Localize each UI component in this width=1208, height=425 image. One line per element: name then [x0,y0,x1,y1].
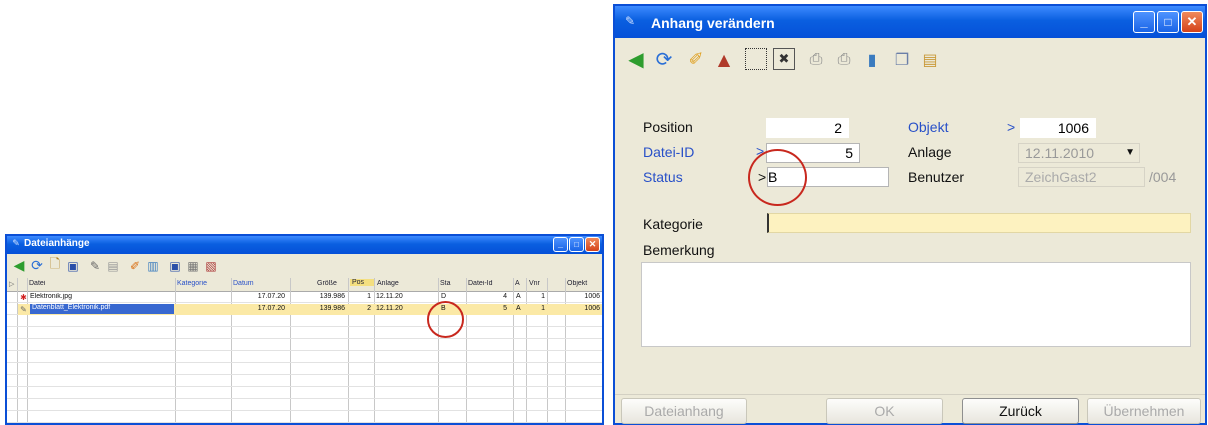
cell-datei-id: 4 [503,293,507,300]
cell-vnr: 1 [541,305,545,312]
cell-status: D [441,293,447,300]
status-highlight-circle [427,301,464,338]
attachments-window-title: Dateianhänge [24,238,90,249]
cell-datum: 17.07.20 [257,293,285,300]
cell-datei-id: 5 [503,305,507,312]
attachments-toolbar: ◀ ⟳ 🗋 ▣ ✎ ▤ ✐ ▥ ▣ ▦ ▧ [7,254,602,278]
maximize-button[interactable]: □ [1157,11,1179,33]
button-bar [615,394,1205,395]
pdf-file-icon: ✎ [20,304,27,314]
objekt-marker: > [1007,119,1016,135]
paperclip-icon[interactable]: ✎ [87,258,103,274]
copy-icon[interactable]: ❐ [891,48,913,70]
edit-window-title: Anhang verändern [651,15,775,31]
status-label: Status [643,169,683,185]
pencil-icon[interactable]: ✐ [127,258,143,274]
select-frame-icon[interactable] [745,48,767,70]
cell-a: A [516,305,521,312]
stamp-icon[interactable]: ▲ [713,48,735,70]
edit-window-titlebar[interactable]: ✎ Anhang verändern _ □ ✕ [615,6,1205,38]
status-highlight-circle [748,149,807,206]
clipboard-icon[interactable]: ▤ [105,258,121,274]
cell-vnr: 1 [541,293,545,300]
minimize-button[interactable]: _ [1133,11,1155,33]
anlage-label: Anlage [908,144,952,160]
benutzer-suffix: /004 [1149,169,1177,185]
cell-pos: 2 [367,305,371,312]
uebernehmen-button[interactable]: Übernehmen [1087,398,1201,424]
position-field[interactable]: 2 [766,118,849,138]
chevron-down-icon[interactable]: ▼ [1125,144,1135,162]
cell-datum: 17.07.20 [257,305,285,312]
cell-groesse: 139.986 [319,293,345,300]
window-app-icon: ✎ [624,14,636,28]
book-icon[interactable]: ▮ [861,48,883,70]
bemerkung-textarea[interactable] [641,262,1191,347]
cell-datei: Elektronik.jpg [30,293,73,300]
save-icon[interactable]: ▣ [65,258,81,274]
floppy-icon[interactable]: ▣ [167,258,183,274]
table-row-selected[interactable]: ✎ Datenblatt_Elektronik.pdf 17.07.20 139… [18,304,602,315]
close-button[interactable]: ✕ [1181,11,1203,33]
cell-objekt: 1006 [584,305,600,312]
cell-anlage: 12.11.20 [376,293,403,300]
datei-id-label: Datei-ID [643,144,695,160]
attachments-window: ✎ Dateianhänge _ □ ✕ ◀ ⟳ 🗋 ▣ ✎ ▤ ✐ ▥ ▣ ▦… [5,234,604,425]
close-button[interactable]: ✕ [585,237,600,252]
zurueck-button[interactable]: Zurück [962,398,1079,424]
attachments-titlebar[interactable]: ✎ Dateianhänge _ □ ✕ [7,236,602,254]
refresh-icon[interactable]: ⟳ [29,258,45,274]
dateianhang-button[interactable]: Dateianhang [621,398,747,424]
benutzer-label: Benutzer [908,169,965,185]
objekt-label: Objekt [908,119,949,135]
bemerkung-label: Bemerkung [643,242,715,258]
database-icon[interactable]: ▥ [145,258,161,274]
export-icon[interactable]: ▧ [203,258,219,274]
print-icon[interactable]: ⎙ [805,48,827,70]
back-arrow-icon[interactable]: ◀ [11,258,27,274]
attachments-grid: ▷ Datei Kategorie Datum Größe Pos Anlage… [7,278,602,423]
print-preview-icon[interactable]: ⎙ [833,48,855,70]
refresh-icon[interactable]: ⟳ [653,47,675,71]
edit-toolbar: ◀ ⟳ ✐ ▲ ✖ ⎙ ⎙ ▮ ❐ ▤ [615,38,1205,78]
delete-icon[interactable]: ✖ [773,48,795,70]
maximize-button[interactable]: □ [569,237,584,252]
kategorie-label: Kategorie [643,216,703,232]
anlage-date-picker[interactable]: 12.11.2010 ▼ [1018,143,1140,163]
new-document-icon[interactable]: 🗋 [47,257,63,274]
table-row[interactable]: ✱ Elektronik.jpg 17.07.20 139.986 1 12.1… [7,292,602,303]
paste-icon[interactable]: ▤ [919,48,941,70]
cell-a: A [516,293,521,300]
pencil-icon[interactable]: ✐ [685,48,707,70]
edit-attachment-window: ✎ Anhang verändern _ □ ✕ ◀ ⟳ ✐ ▲ ✖ ⎙ ⎙ ▮… [613,4,1207,425]
objekt-field[interactable]: 1006 [1020,118,1096,138]
anlage-value: 12.11.2010 [1025,145,1095,161]
page-icon[interactable]: ▦ [185,258,201,274]
minimize-button[interactable]: _ [553,237,568,252]
kategorie-field[interactable] [767,213,1191,233]
back-arrow-icon[interactable]: ◀ [625,47,647,71]
benutzer-field: ZeichGast2 [1018,167,1145,187]
cell-pos: 1 [367,293,371,300]
cell-groesse: 139.986 [319,305,345,312]
window-app-icon: ✎ [12,239,20,249]
cell-objekt: 1006 [584,293,600,300]
position-label: Position [643,119,693,135]
ok-button[interactable]: OK [826,398,943,424]
cell-datei: Datenblatt_Elektronik.pdf [30,304,174,314]
cell-anlage: 12.11.20 [376,305,403,312]
image-file-icon: ✱ [20,292,27,302]
